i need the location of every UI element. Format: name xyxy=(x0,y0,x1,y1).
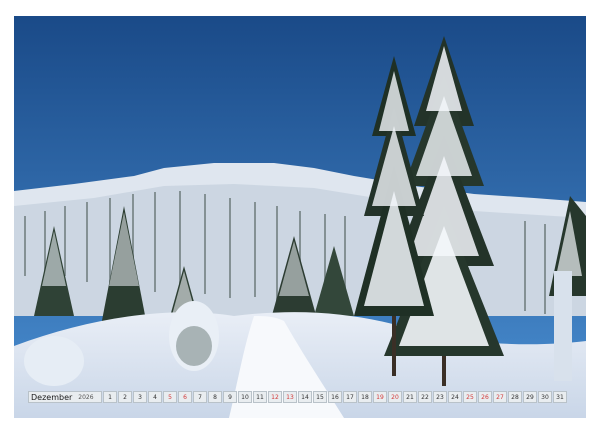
day-number: 16 xyxy=(331,394,339,401)
day-cell: 2 xyxy=(118,391,132,403)
year-label: 2026 xyxy=(78,393,94,401)
day-number: 13 xyxy=(286,394,294,401)
day-number: 4 xyxy=(153,394,157,401)
day-cell: 5 xyxy=(163,391,177,403)
day-number: 10 xyxy=(241,394,249,401)
day-cell: 11 xyxy=(253,391,267,403)
day-number: 31 xyxy=(556,394,564,401)
day-cell: 22 xyxy=(418,391,432,403)
day-cell: 28 xyxy=(508,391,522,403)
day-number: 7 xyxy=(198,394,202,401)
month-name: Dezember xyxy=(31,392,73,402)
day-number: 27 xyxy=(496,394,504,401)
day-number: 11 xyxy=(256,394,264,401)
day-cell: 31 xyxy=(553,391,567,403)
day-cell: 12 xyxy=(268,391,282,403)
day-cell: 3 xyxy=(133,391,147,403)
day-number: 26 xyxy=(481,394,489,401)
day-cell: 27 xyxy=(493,391,507,403)
day-number: 21 xyxy=(406,394,414,401)
day-number: 14 xyxy=(301,394,309,401)
photo-illustration xyxy=(14,16,586,418)
day-cell: 7 xyxy=(193,391,207,403)
day-number: 15 xyxy=(316,394,324,401)
day-cell: 15 xyxy=(313,391,327,403)
day-number: 23 xyxy=(436,394,444,401)
day-number: 2 xyxy=(123,394,127,401)
day-cell: 6 xyxy=(178,391,192,403)
day-number: 17 xyxy=(346,394,354,401)
day-number: 24 xyxy=(451,394,459,401)
day-cell: 26 xyxy=(478,391,492,403)
day-cell: 1 xyxy=(103,391,117,403)
day-cell: 14 xyxy=(298,391,312,403)
day-cell: 25 xyxy=(463,391,477,403)
calendar-bar: Dezember 2026 1 2 3 4 5 6 7 8 9 10 11 12 13 14 15 16 17 1… xyxy=(28,390,574,404)
day-cell: 29 xyxy=(523,391,537,403)
day-number: 12 xyxy=(271,394,279,401)
day-number: 29 xyxy=(526,394,534,401)
day-number: 1 xyxy=(108,394,112,401)
day-number: 8 xyxy=(213,394,217,401)
day-cell: 17 xyxy=(343,391,357,403)
day-cell: 4 xyxy=(148,391,162,403)
day-number: 28 xyxy=(511,394,519,401)
day-cell: 9 xyxy=(223,391,237,403)
day-cell: 18 xyxy=(358,391,372,403)
day-number: 25 xyxy=(466,394,474,401)
day-cell: 30 xyxy=(538,391,552,403)
day-cell: 13 xyxy=(283,391,297,403)
day-number: 6 xyxy=(183,394,187,401)
day-cell: 21 xyxy=(403,391,417,403)
day-number: 3 xyxy=(138,394,142,401)
day-cell: 8 xyxy=(208,391,222,403)
day-number: 19 xyxy=(376,394,384,401)
day-cell: 20 xyxy=(388,391,402,403)
day-cell: 10 xyxy=(238,391,252,403)
day-cells: 1 2 3 4 5 6 7 8 9 10 11 12 13 14 15 16 17 18 19 20 21 22 23 24 2… xyxy=(103,391,567,403)
calendar-page: Dezember 2026 1 2 3 4 5 6 7 8 9 10 11 12 13 14 15 16 17 1… xyxy=(0,0,600,432)
day-cell: 23 xyxy=(433,391,447,403)
day-cell: 19 xyxy=(373,391,387,403)
day-number: 22 xyxy=(421,394,429,401)
day-number: 9 xyxy=(228,394,232,401)
day-cell: 16 xyxy=(328,391,342,403)
day-cell: 24 xyxy=(448,391,462,403)
month-label-box: Dezember 2026 xyxy=(28,391,102,403)
day-number: 20 xyxy=(391,394,399,401)
day-number: 18 xyxy=(361,394,369,401)
day-number: 30 xyxy=(541,394,549,401)
winter-forest-photo xyxy=(14,16,586,418)
day-number: 5 xyxy=(168,394,172,401)
